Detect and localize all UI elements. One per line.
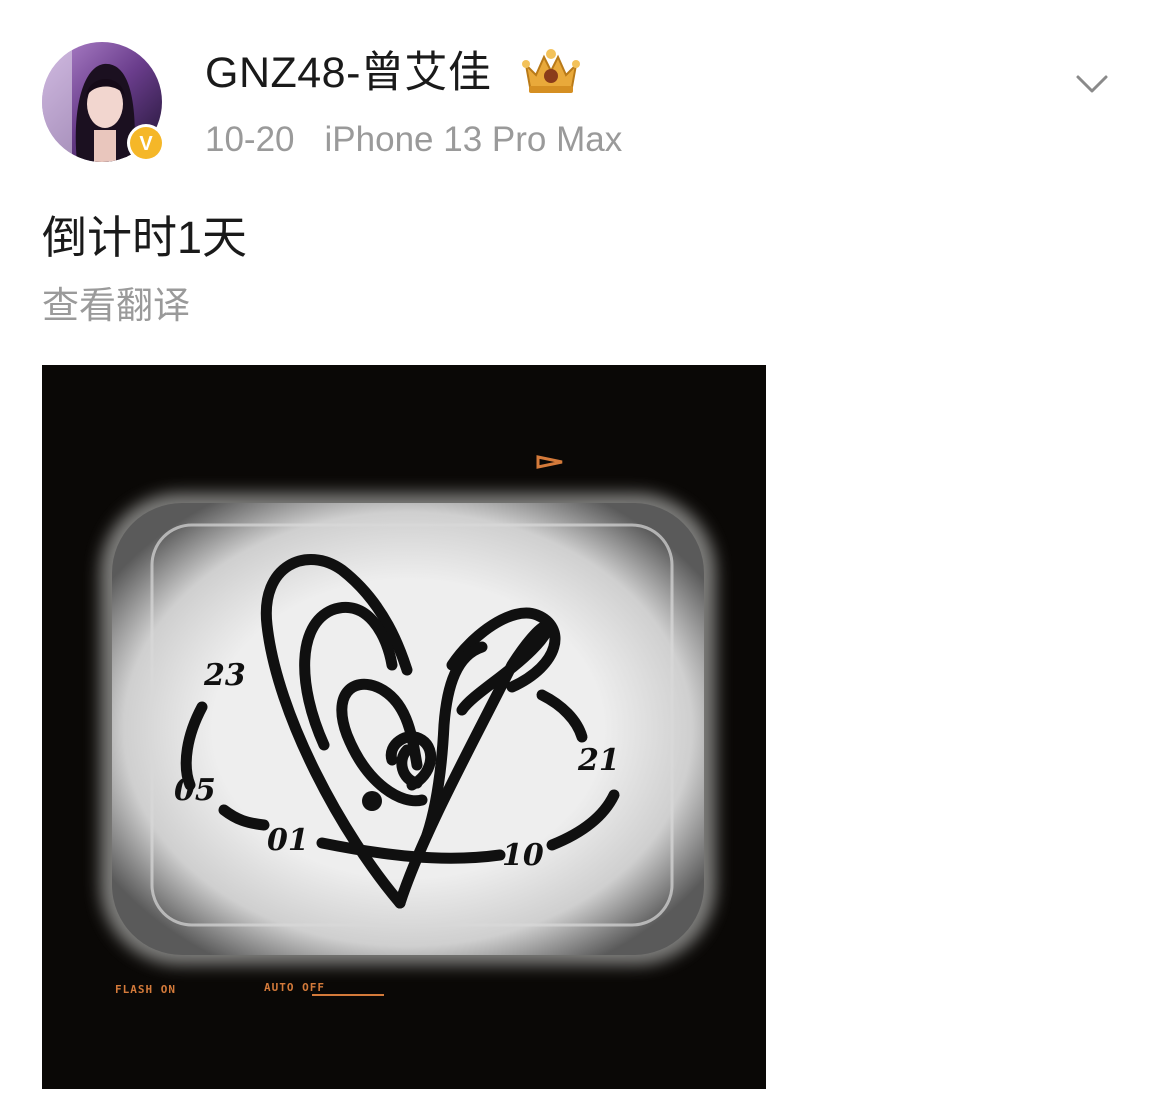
translate-link[interactable]: 查看翻译 [42, 283, 190, 329]
auto-label: AUTO OFF [264, 981, 325, 994]
flash-label: FLASH ON [115, 983, 176, 996]
verified-v-icon: V [127, 124, 165, 162]
post-device: iPhone 13 Pro Max [324, 120, 623, 159]
post-image[interactable]: 23 05 01 10 21 FLASH ON AUTO OFF [42, 365, 766, 1089]
chevron-down-icon[interactable] [1072, 64, 1112, 104]
post-text: 倒计时1天 [42, 212, 248, 263]
svg-text:V: V [139, 133, 153, 155]
date-label: 01 [267, 823, 309, 858]
date-label: 23 [203, 658, 246, 693]
post-date: 10-20 [205, 120, 295, 159]
post-meta: 10-20 iPhone 13 Pro Max [205, 118, 622, 162]
author-name[interactable]: GNZ48-曾艾佳 [205, 48, 491, 98]
verified-badge: V [126, 123, 166, 163]
date-label: 21 [577, 743, 620, 778]
date-label: 05 [174, 773, 216, 808]
crown-icon [520, 45, 582, 97]
date-label: 10 [502, 838, 544, 873]
